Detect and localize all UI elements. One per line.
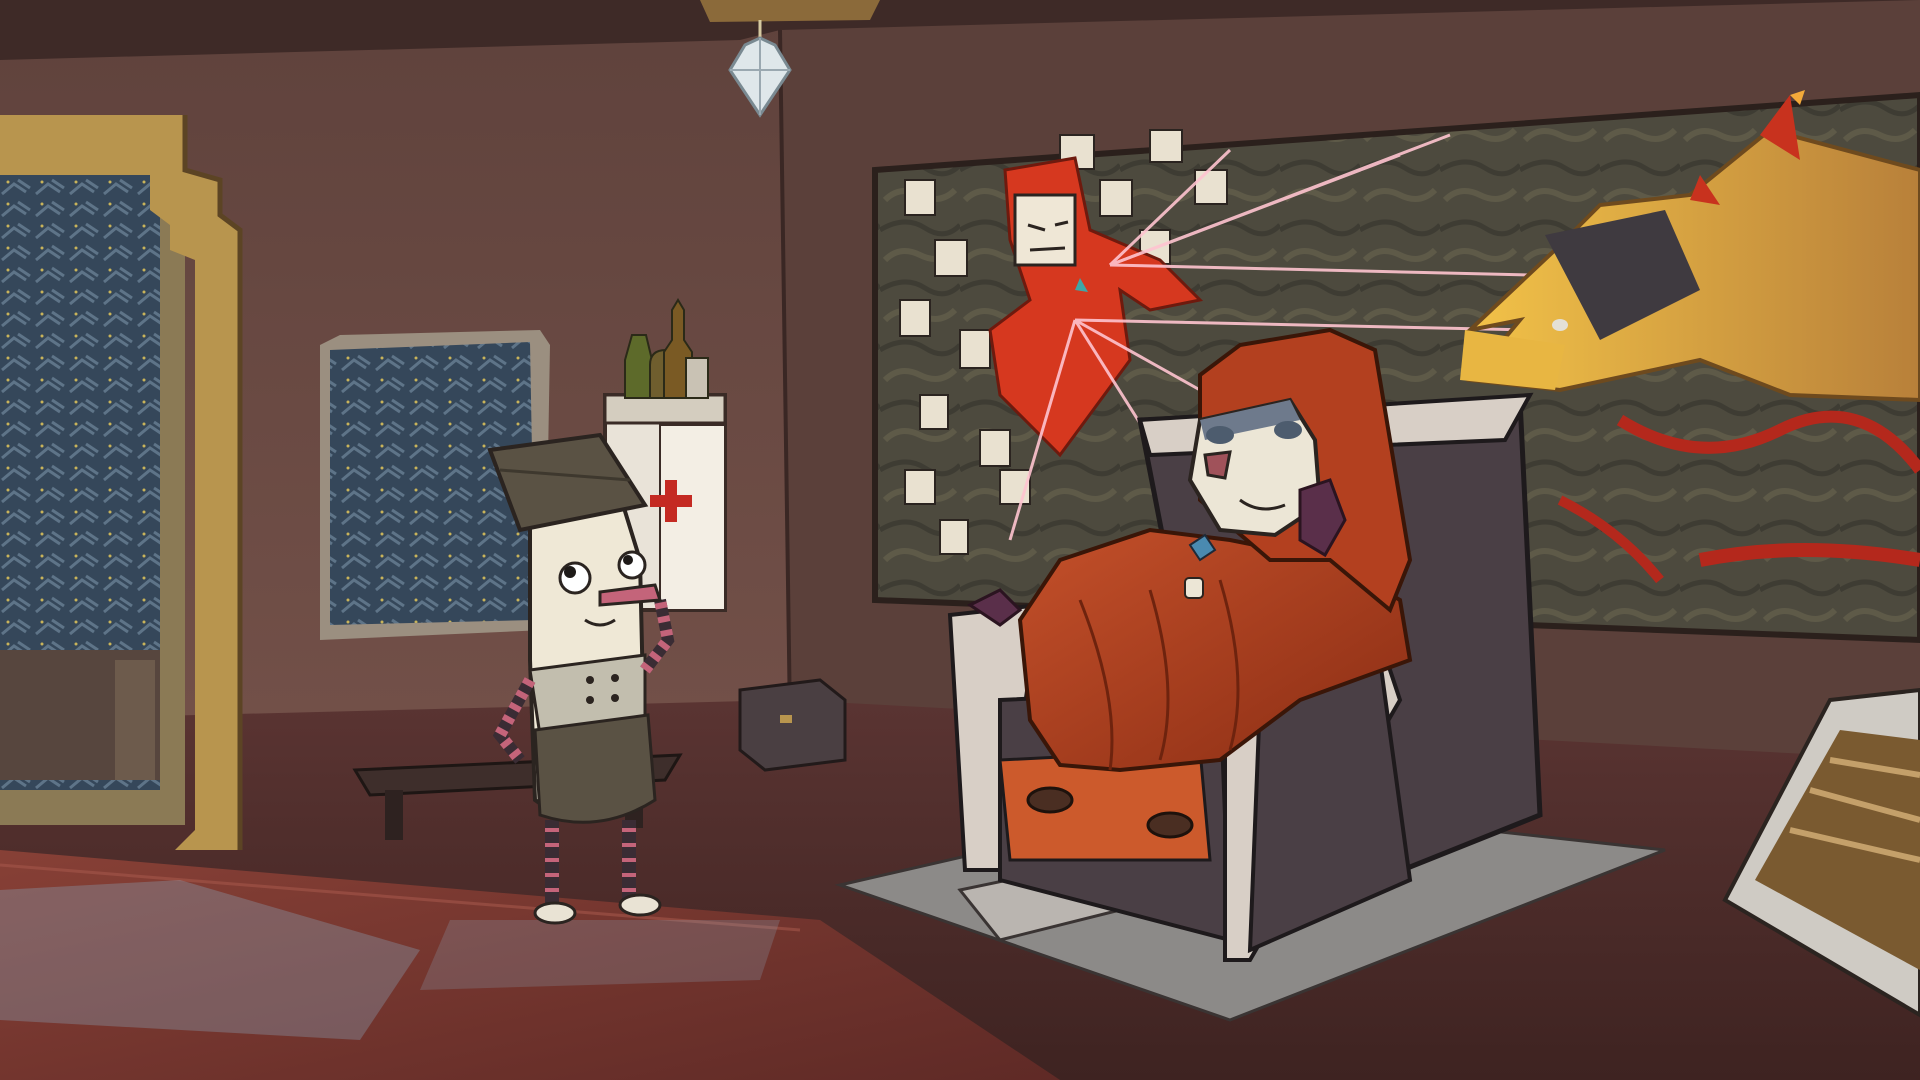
- scene-canvas: [0, 0, 1920, 1080]
- doorway-left[interactable]: [0, 115, 243, 850]
- small-chest[interactable]: [738, 678, 847, 772]
- game-scene[interactable]: [0, 0, 1920, 1080]
